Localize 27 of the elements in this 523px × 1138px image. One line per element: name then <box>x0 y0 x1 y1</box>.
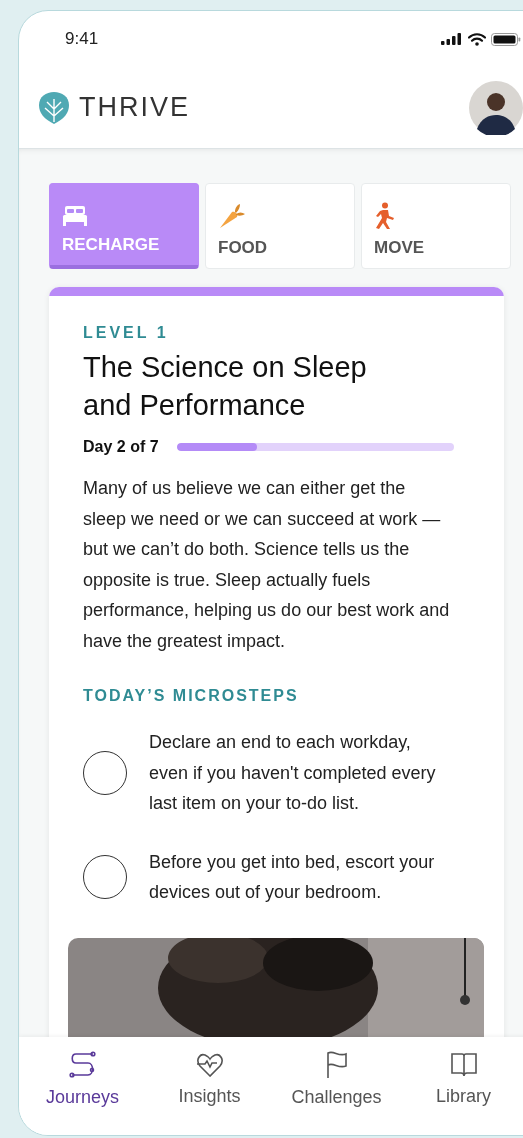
nav-tab[interactable]: Insights <box>146 1037 273 1135</box>
category-tab[interactable]: FOOD <box>205 183 355 269</box>
journey-title: The Science on Sleep and Performance <box>83 350 368 423</box>
nav-tab[interactable]: Library <box>400 1037 523 1135</box>
path-icon <box>67 1050 98 1079</box>
signal-icon <box>441 33 463 45</box>
walking-person-icon <box>374 202 396 230</box>
flag-icon <box>324 1050 349 1079</box>
level-label: LEVEL 1 <box>83 324 170 342</box>
logo-text: THRIVE <box>79 92 190 123</box>
day-label: Day 2 of 7 <box>83 438 159 456</box>
battery-icon <box>491 32 521 46</box>
status-time: 9:41 <box>65 29 99 49</box>
microsteps-heading: TODAY’S MICROSTEPS <box>83 687 300 705</box>
leaf-logo-icon <box>38 90 70 125</box>
book-icon <box>449 1051 478 1078</box>
category-tab[interactable]: MOVE <box>361 183 511 269</box>
avatar-icon[interactable] <box>469 80 523 135</box>
heart-pulse-icon <box>195 1051 224 1078</box>
bed-icon <box>62 205 88 227</box>
microstep-text: Before you get into bed, escort your devices out of your bedroom. <box>149 850 436 904</box>
carrot-icon <box>218 202 246 230</box>
nav-tab[interactable]: Challenges <box>273 1037 400 1135</box>
nav-tab[interactable]: Journeys <box>19 1037 146 1135</box>
journey-description: Many of us believe we can either get the sleep we need or we can succeed at work — but we can’t do both. Science tells us the opposite is true. Sleep actually fuels performance, helping us do our best work and have the greatest impact. <box>83 477 451 653</box>
wifi-icon <box>468 32 486 46</box>
microstep-text: Declare an end to each workday, even if you haven't completed every last item on your to-do list. <box>149 731 437 815</box>
